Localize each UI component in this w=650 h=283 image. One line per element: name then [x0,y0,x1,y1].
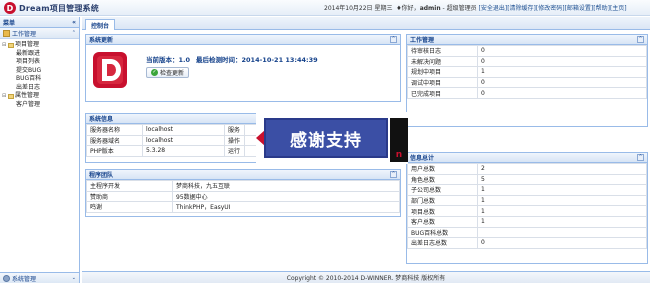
collapse-panel-icon[interactable]: ⌃ [390,36,397,43]
sidebar-header: 菜单 « [0,17,79,28]
version-info: 当前版本：1.0 最后检测时间：2014-10-21 13:44:39 [146,54,324,64]
panel-info-stats: 信息总计 ⌃ 用户总数 2 角色总数 5 子公司总数 1 部门总数 1 项目总数 1 客户… [406,152,648,264]
greeting: 你好， [401,5,420,12]
table-row: 主程序开发 梦商科技，九五互联 [86,180,400,192]
table-row: 用户总数 2 [407,163,647,175]
collapse-panel-icon[interactable]: ⌃ [390,171,397,178]
tree-item-customer-management[interactable]: 客户管理 [2,101,79,110]
dev-team-table: 主程序开发 梦商科技，九五互联 赞助商 95数据中心 鸣谢 ThinkPHP，E… [86,180,400,213]
panel-title: 信息总计 [410,155,435,162]
collapse-toggle-icon[interactable]: ⊟ [2,41,7,50]
product-logo-icon [93,52,127,88]
tree-item-latest-followup[interactable]: 最新跟进 [2,50,79,59]
username: admin [419,5,441,12]
current-version: 当前版本：1.0 [146,56,191,64]
table-row: 子公司总数 1 [407,184,647,196]
table-row: 出差日志总数 0 [407,237,647,249]
top-bar: D Dream项目管理系统 2014年10月22日 星期三 ♦你好，admin … [0,0,650,16]
check-icon: ✓ [151,69,158,76]
tree-item-submit-bug[interactable]: 提交BUG [2,67,79,76]
check-update-button[interactable]: ✓ 检查更新 [146,67,190,78]
table-row: 客户总数 1 [407,215,647,228]
table-row: 项目总数 1 [407,205,647,217]
collapse-icon[interactable]: « [72,19,76,26]
table-row: BUG百科总数 [407,226,647,239]
logo-icon: D [4,2,16,14]
collapse-toggle-icon[interactable]: ⊟ [2,92,7,101]
panel-header: 系统更新 ⌃ [86,35,400,45]
folder-icon [8,42,14,48]
overlay-side-strip: n [390,118,408,162]
copyright-text: Copyright © 2010-2014 D-WINNER. 梦商科技 版权所… [286,275,446,282]
thanks-banner: 感谢支持 [264,118,388,158]
sidebar: 菜单 « 工作管理 ⌃ ⊟ 项目管理 最新跟进 项目列表 提交BUG BUG百科 … [0,17,80,283]
tree-item-bug-wiki[interactable]: BUG百科 [2,75,79,84]
last-check-time: 最后检测时间：2014-10-21 13:44:39 [196,56,318,64]
app-logo[interactable]: D Dream项目管理系统 [4,1,99,15]
table-row: 已完成项目 0 [407,87,647,99]
help-link[interactable]: [帮助] [593,5,610,12]
gear-icon [3,274,10,282]
collapse-panel-icon[interactable]: ⌃ [637,36,644,43]
panel-work-management: 工作管理 ⌃ 待审核日志 0 未解决问题 0 规划中项目 1 调试中项目 0 已完成项目… [406,34,648,127]
tab-dashboard[interactable]: 控制台 [85,19,115,30]
work-stats-table: 待审核日志 0 未解决问题 0 规划中项目 1 调试中项目 0 已完成项目 0 [407,45,647,99]
tree-item-travel-log[interactable]: 出差日志 [2,84,79,93]
panel-dev-team: 程序团队 ⌃ 主程序开发 梦商科技，九五互联 赞助商 95数据中心 鸣谢 Thi… [85,169,401,217]
chevron-down-icon: ⌄ [71,275,76,281]
chevron-up-icon: ⌃ [71,30,76,36]
user-role: - 超级管理员 [440,5,477,12]
panel-title: 工作管理 [410,37,435,44]
table-row: 待审核日志 0 [407,45,647,57]
accordion-system-management[interactable]: 系统管理 ⌄ [0,272,79,283]
tree-item-project-list[interactable]: 项目列表 [2,58,79,67]
accordion-work-management[interactable]: 工作管理 ⌃ [0,28,79,39]
panel-header: 程序团队 ⌃ [86,170,400,180]
table-row: 赞助商 95数据中心 [86,190,400,203]
accordion-title: 系统管理 [12,275,37,283]
clear-cache-link[interactable]: [清除缓存] [507,5,536,12]
tree-node-project-management[interactable]: ⊟ 项目管理 [2,41,79,50]
tree-node-property-management[interactable]: ⊟ 属性管理 [2,92,79,101]
change-password-link[interactable]: [修改密码] [536,5,565,12]
panel-title: 程序团队 [89,172,114,179]
table-row: 鸣谢 ThinkPHP，EasyUI [86,201,400,213]
logout-link[interactable]: [安全退出] [479,5,508,12]
panel-title: 系统信息 [89,116,114,123]
info-stats-table: 用户总数 2 角色总数 5 子公司总数 1 部门总数 1 项目总数 1 客户总数 1 BUG… [407,163,647,249]
table-row: 未解决问题 0 [407,55,647,68]
folder-icon [3,29,10,37]
home-link[interactable]: [主页] [610,5,627,12]
footer: Copyright © 2010-2014 D-WINNER. 梦商科技 版权所… [82,271,650,283]
panel-header: 工作管理 ⌃ [407,35,647,45]
table-row: 调试中项目 0 [407,76,647,89]
panel-title: 系统更新 [89,37,114,44]
menu-tree: ⊟ 项目管理 最新跟进 项目列表 提交BUG BUG百科 出差日志 ⊟ 属性管理 客… [0,39,79,109]
tab-bar: 控制台 [82,17,650,30]
app-title: Dream项目管理系统 [19,3,99,13]
accordion-title: 工作管理 [12,30,37,38]
collapse-panel-icon[interactable]: ⌃ [637,154,644,161]
email-settings-link[interactable]: [邮箱设置] [565,5,594,12]
user-info: 2014年10月22日 星期三 ♦你好，admin - 超级管理员 [安全退出]… [324,3,627,12]
table-row: 部门总数 1 [407,194,647,207]
table-row: 角色总数 5 [407,173,647,186]
thanks-overlay[interactable]: 感谢支持 n [256,112,408,164]
table-row: 规划中项目 1 [407,66,647,78]
panel-header: 信息总计 ⌃ [407,153,647,163]
sidebar-title: 菜单 [3,19,16,27]
panel-system-update: 系统更新 ⌃ 当前版本：1.0 最后检测时间：2014-10-21 13:44:3… [85,34,401,102]
current-date: 2014年10月22日 星期三 [324,5,393,12]
folder-icon [8,93,14,99]
